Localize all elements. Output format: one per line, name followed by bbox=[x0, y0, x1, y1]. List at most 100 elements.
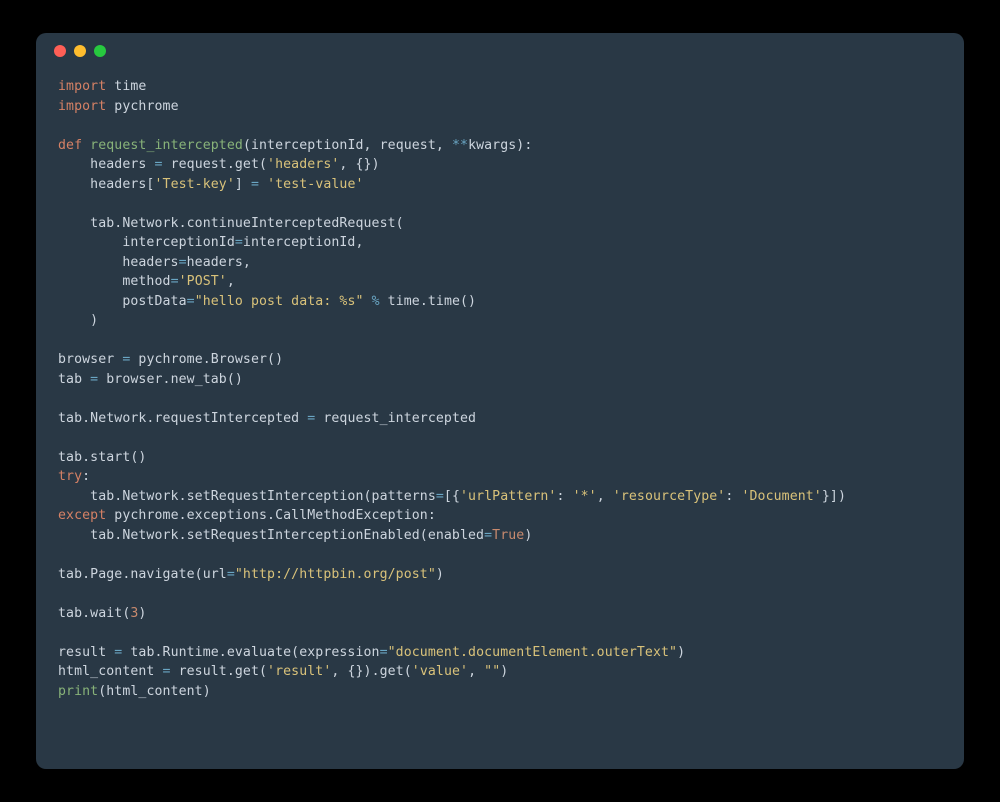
code-token: headers[ bbox=[58, 177, 154, 192]
code-token: 'value' bbox=[412, 664, 468, 679]
code-token: '*' bbox=[573, 489, 597, 504]
code-token: : bbox=[82, 469, 90, 484]
code-line bbox=[58, 116, 942, 136]
code-token: tab.Network.setRequestInterceptionEnable… bbox=[58, 528, 484, 543]
code-token: pychrome.exceptions.CallMethodException: bbox=[106, 508, 436, 523]
code-token: tab.Network.setRequestInterception(patte… bbox=[58, 489, 436, 504]
code-token: "http://httpbin.org/post" bbox=[235, 567, 436, 582]
code-token: , {}) bbox=[339, 157, 379, 172]
code-token: (interceptionId, request, bbox=[243, 138, 452, 153]
code-token: = bbox=[171, 274, 179, 289]
code-token: = bbox=[484, 528, 492, 543]
code-line: try: bbox=[58, 467, 942, 487]
code-line: tab.wait(3) bbox=[58, 604, 942, 624]
code-token: time.time() bbox=[380, 294, 476, 309]
code-token: : bbox=[556, 489, 572, 504]
code-token: headers bbox=[58, 157, 154, 172]
code-token: % bbox=[372, 294, 380, 309]
code-token: = bbox=[179, 255, 187, 270]
code-token: html_content bbox=[58, 664, 163, 679]
code-window: import timeimport pychrome def request_i… bbox=[36, 33, 964, 769]
code-line bbox=[58, 545, 942, 565]
code-line: import pychrome bbox=[58, 97, 942, 117]
code-token: , bbox=[597, 489, 613, 504]
code-token: request_intercepted bbox=[90, 138, 243, 153]
code-token: 'POST' bbox=[179, 274, 227, 289]
code-token: print bbox=[58, 684, 98, 699]
code-token: request.get( bbox=[163, 157, 268, 172]
code-line bbox=[58, 584, 942, 604]
code-line: interceptionId=interceptionId, bbox=[58, 233, 942, 253]
code-token: = bbox=[436, 489, 444, 504]
code-token: 'test-value' bbox=[267, 177, 363, 192]
code-token: ** bbox=[452, 138, 468, 153]
code-token: 'urlPattern' bbox=[460, 489, 556, 504]
code-token: (html_content) bbox=[98, 684, 211, 699]
code-line: method='POST', bbox=[58, 272, 942, 292]
code-line: postData="hello post data: %s" % time.ti… bbox=[58, 292, 942, 312]
code-line: except pychrome.exceptions.CallMethodExc… bbox=[58, 506, 942, 526]
code-token: = bbox=[154, 157, 162, 172]
code-line: tab.Network.setRequestInterceptionEnable… bbox=[58, 526, 942, 546]
code-token: tab.start() bbox=[58, 450, 146, 465]
minimize-icon[interactable] bbox=[74, 45, 86, 57]
code-token: tab.Network.requestIntercepted bbox=[58, 411, 307, 426]
code-token: = bbox=[90, 372, 98, 387]
code-line: tab.Page.navigate(url="http://httpbin.or… bbox=[58, 565, 942, 585]
code-token: = bbox=[227, 567, 235, 582]
code-token: pychrome bbox=[106, 99, 178, 114]
code-token: import bbox=[58, 99, 106, 114]
code-token: request_intercepted bbox=[315, 411, 476, 426]
code-line: print(html_content) bbox=[58, 682, 942, 702]
code-token: ) bbox=[58, 313, 98, 328]
code-line: headers = request.get('headers', {}) bbox=[58, 155, 942, 175]
code-token: pychrome.Browser() bbox=[130, 352, 283, 367]
code-token: = bbox=[187, 294, 195, 309]
code-line: headers=headers, bbox=[58, 253, 942, 273]
code-token: [{ bbox=[444, 489, 460, 504]
code-line: ) bbox=[58, 311, 942, 331]
code-token: ) bbox=[500, 664, 508, 679]
code-token: tab bbox=[58, 372, 90, 387]
code-token: import bbox=[58, 79, 106, 94]
code-token: time bbox=[106, 79, 146, 94]
code-token: headers bbox=[58, 255, 179, 270]
code-token: def bbox=[58, 138, 90, 153]
code-line bbox=[58, 428, 942, 448]
code-token: 'Document' bbox=[741, 489, 821, 504]
code-token: , bbox=[227, 274, 235, 289]
code-token: : bbox=[725, 489, 741, 504]
code-token: tab.wait( bbox=[58, 606, 130, 621]
code-token: tab.Page.navigate(url bbox=[58, 567, 227, 582]
code-area: import timeimport pychrome def request_i… bbox=[36, 69, 964, 721]
code-line bbox=[58, 389, 942, 409]
code-line: tab.start() bbox=[58, 448, 942, 468]
code-line: def request_intercepted(interceptionId, … bbox=[58, 136, 942, 156]
close-icon[interactable] bbox=[54, 45, 66, 57]
code-token bbox=[364, 294, 372, 309]
code-token: ) bbox=[138, 606, 146, 621]
code-token: = bbox=[163, 664, 171, 679]
code-token: ] bbox=[235, 177, 251, 192]
maximize-icon[interactable] bbox=[94, 45, 106, 57]
code-line bbox=[58, 331, 942, 351]
code-token: interceptionId bbox=[58, 235, 235, 250]
code-token: 'result' bbox=[267, 664, 331, 679]
code-token: tab.Runtime.evaluate(expression bbox=[122, 645, 379, 660]
code-token: browser.new_tab() bbox=[98, 372, 243, 387]
code-token: ) bbox=[524, 528, 532, 543]
code-token: "hello post data: %s" bbox=[195, 294, 364, 309]
code-token: try bbox=[58, 469, 82, 484]
code-token: headers, bbox=[187, 255, 251, 270]
code-line: tab.Network.continueInterceptedRequest( bbox=[58, 214, 942, 234]
code-line: tab = browser.new_tab() bbox=[58, 370, 942, 390]
code-token: , {}).get( bbox=[331, 664, 411, 679]
code-token: True bbox=[492, 528, 524, 543]
code-line: browser = pychrome.Browser() bbox=[58, 350, 942, 370]
code-token: except bbox=[58, 508, 106, 523]
code-line bbox=[58, 194, 942, 214]
code-token: kwargs): bbox=[468, 138, 532, 153]
code-token: interceptionId, bbox=[243, 235, 364, 250]
code-line: tab.Network.setRequestInterception(patte… bbox=[58, 487, 942, 507]
code-line: tab.Network.requestIntercepted = request… bbox=[58, 409, 942, 429]
